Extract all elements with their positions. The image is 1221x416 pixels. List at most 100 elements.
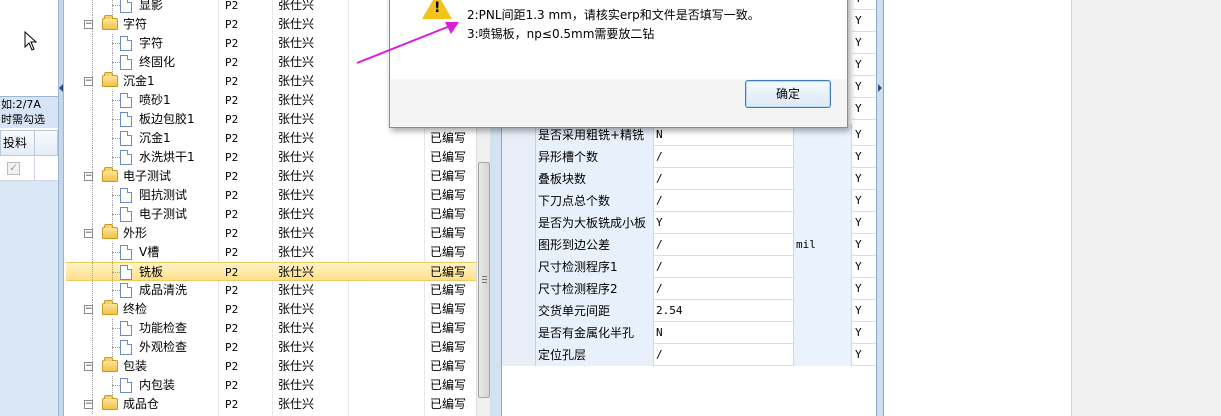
collapse-node-icon[interactable]: − [84,229,93,238]
tree-row-version: P2 [225,322,239,335]
tree-row[interactable]: 沉金1 P2 张仕兴 已编写 [66,129,476,148]
tree-row[interactable]: 成品清洗 P2 张仕兴 已编写 [66,281,476,300]
grid-row-flag[interactable]: Y [852,256,876,278]
grid-row-value[interactable]: / [654,256,794,278]
tree-row[interactable]: 电子测试 P2 张仕兴 已编写 [66,205,476,224]
left-splitter[interactable] [58,0,64,416]
grid-row-gutter[interactable] [502,168,536,190]
grid-row-flag[interactable]: Y [852,234,876,256]
grid-row-gutter[interactable] [502,322,536,344]
grid-row-label: 尺寸检测程序2 [536,278,654,300]
tree-connector [112,272,120,273]
collapse-left-arrow-icon[interactable] [59,84,63,92]
grid-row-flag[interactable]: Y [852,124,876,146]
tree-row[interactable]: − 终检 P2 张仕兴 已编写 [66,300,476,319]
grid-row-gutter[interactable] [502,146,536,168]
grid-row-value[interactable]: 2.54 [654,300,794,322]
tree-row[interactable]: 功能检查 P2 张仕兴 已编写 [66,319,476,338]
grid-row-unit[interactable] [794,344,852,366]
grid-row-value[interactable]: / [654,146,794,168]
collapse-node-icon[interactable]: − [84,362,93,371]
tree-row[interactable]: 外观检查 P2 张仕兴 已编写 [66,338,476,357]
grid-row-flag[interactable]: Y [852,300,876,322]
grid-flag-cell[interactable]: Y [852,76,876,98]
tree-connector [112,214,120,215]
grid-row-gutter[interactable] [502,256,536,278]
grid-row-flag[interactable]: Y [852,190,876,212]
grid-row: 交货单元间距 2.54 Y [502,300,876,322]
ok-button[interactable]: 确定 [745,80,831,108]
grid-row-unit[interactable] [794,190,852,212]
grid-row-label: 图形到边公差 [536,234,654,256]
tree-row-status: 已编写 [430,283,467,297]
grid-flag-cell[interactable]: Y [852,32,876,54]
grid-row-unit[interactable] [794,256,852,278]
tree-row[interactable]: 阻抗测试 P2 张仕兴 已编写 [66,186,476,205]
grid-row-flag[interactable]: Y [852,212,876,234]
grid-row-gutter[interactable] [502,344,536,366]
grid-row-unit[interactable] [794,212,852,234]
tree-row[interactable]: − 电子测试 P2 张仕兴 已编写 [66,167,476,186]
tree-row-author: 张仕兴 [278,17,315,31]
grid-row-unit[interactable] [794,300,852,322]
grid-row-flag[interactable]: Y [852,146,876,168]
grid-row-value[interactable]: / [654,168,794,190]
grid-row-gutter[interactable] [502,300,536,322]
grid-row-label: 定位孔层 [536,344,654,366]
grid-top-flags: YYYYYY [852,0,876,126]
document-icon [120,150,132,165]
folder-icon [102,395,118,410]
document-icon [120,93,132,108]
tree-connector [112,195,120,196]
dialog-message-line2: 3:喷锡板，np≤0.5mm需要放二钻 [467,27,655,41]
tree-row[interactable]: 内包装 P2 张仕兴 已编写 [66,376,476,395]
grid-flag-cell[interactable]: Y [852,54,876,76]
grid-row-flag[interactable]: Y [852,322,876,344]
tree-row[interactable]: − 包装 P2 张仕兴 已编写 [66,357,476,376]
grid-row-label: 是否有金属化半孔 [536,322,654,344]
tree-row-status: 已编写 [430,397,467,411]
grid-row-unit[interactable] [794,146,852,168]
tree-row[interactable]: V槽 P2 张仕兴 已编写 [66,243,476,262]
tree-row[interactable]: 铣板 P2 张仕兴 已编写 [66,262,476,282]
tree-row[interactable]: − 外形 P2 张仕兴 已编写 [66,224,476,243]
collapse-node-icon[interactable]: − [84,400,93,409]
collapse-node-icon[interactable]: − [84,20,93,29]
grid-row-gutter[interactable] [502,234,536,256]
feed-checkbox[interactable]: ✓ [7,162,20,175]
grid-row-gutter[interactable] [502,212,536,234]
document-icon [120,321,132,336]
tree-row[interactable]: 水洗烘干1 P2 张仕兴 已编写 [66,148,476,167]
column-header-feed[interactable]: 投料 [1,131,35,155]
grid-row-unit[interactable] [794,168,852,190]
grid-flag-cell[interactable]: Y [852,98,876,120]
grid-flag-cell[interactable]: Y [852,0,876,10]
grid-row-value[interactable]: / [654,190,794,212]
grid-row-value[interactable]: Y [654,212,794,234]
grid-row: 异形槽个数 / Y [502,146,876,168]
grid-row-unit[interactable]: mil [794,234,852,256]
grid-row-gutter[interactable] [502,278,536,300]
grid-row-unit[interactable] [794,322,852,344]
grid-row-value[interactable]: / [654,278,794,300]
collapse-node-icon[interactable]: − [84,305,93,314]
grid-row-value[interactable]: / [654,344,794,366]
grid-row-unit[interactable] [794,278,852,300]
grid-row-value[interactable]: N [654,322,794,344]
tree-row-status: 已编写 [430,188,467,202]
grid-row-gutter[interactable] [502,190,536,212]
grid-row-flag[interactable]: Y [852,344,876,366]
tree-row-status: 已编写 [430,340,467,354]
tree-row-author: 张仕兴 [278,397,315,411]
grid-row-value[interactable]: / [654,234,794,256]
right-splitter[interactable] [876,0,884,416]
collapse-node-icon[interactable]: − [84,172,93,181]
collapse-node-icon[interactable]: − [84,77,93,86]
grid-flag-cell[interactable]: Y [852,10,876,32]
tree-connector [92,186,93,205]
tree-scrollbar-thumb[interactable] [478,162,490,398]
grid-row-flag[interactable]: Y [852,168,876,190]
collapse-right-arrow-icon[interactable] [878,84,882,92]
grid-row-flag[interactable]: Y [852,278,876,300]
tree-row[interactable]: − 成品仓 P2 张仕兴 已编写 [66,395,476,414]
